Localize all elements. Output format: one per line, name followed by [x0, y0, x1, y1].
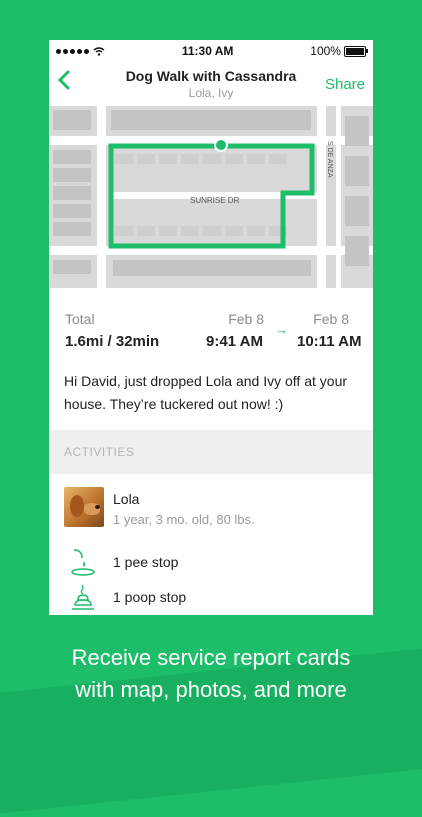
- pee-stop-icon: [71, 549, 95, 576]
- total-label: Total: [65, 311, 95, 327]
- end-date: Feb 8: [313, 311, 349, 327]
- navigation-bar: Dog Walk with Cassandra Lola, Ivy Share: [49, 62, 373, 106]
- back-button[interactable]: [57, 68, 71, 96]
- map-graphic: SUNRISE DR S DE ANZA: [49, 106, 373, 288]
- activities-header: ACTIVITIES: [49, 430, 373, 474]
- start-date: Feb 8: [228, 311, 264, 327]
- end-time: 10:11 AM: [297, 333, 362, 350]
- status-time: 11:30 AM: [181, 44, 234, 58]
- start-stat: Feb 8 9:41 AM: [206, 311, 264, 350]
- dog-list-item[interactable]: Lola 1 year, 3 mo. old, 80 lbs.: [64, 487, 255, 527]
- start-time: 9:41 AM: [206, 333, 263, 350]
- battery-indicator: 100%: [310, 44, 368, 58]
- pee-stop-label: 1 pee stop: [113, 554, 179, 570]
- battery-percent: 100%: [310, 44, 341, 58]
- chevron-left-icon: [57, 70, 70, 90]
- signal-icon: [56, 48, 89, 54]
- poop-stop-label: 1 poop stop: [113, 589, 187, 605]
- wifi-icon: [93, 46, 105, 56]
- pee-stop-row: 1 pee stop: [69, 548, 178, 576]
- poop-stop-row: 1 poop stop: [69, 583, 186, 611]
- street-label: SUNRISE DR: [190, 196, 240, 205]
- battery-icon: [343, 46, 368, 58]
- walk-route-map[interactable]: SUNRISE DR S DE ANZA: [49, 106, 373, 288]
- caption-line-2: with map, photos, and more: [75, 677, 347, 702]
- status-bar: 11:30 AM 100%: [49, 40, 373, 62]
- poop-stop-icon: [72, 584, 94, 610]
- phone-screen: 11:30 AM 100% Dog Walk with Cassandra Lo…: [49, 40, 373, 615]
- marketing-caption: Receive service report cards with map, p…: [0, 642, 422, 706]
- arrow-right-icon: →: [275, 322, 288, 337]
- caption-line-1: Receive service report cards: [71, 645, 351, 670]
- total-value: 1.6mi / 32min: [65, 333, 160, 350]
- dog-avatar: [64, 487, 104, 527]
- side-street-label: S DE ANZA: [326, 141, 333, 178]
- dog-details: 1 year, 3 mo. old, 80 lbs.: [113, 512, 255, 527]
- dog-name: Lola: [113, 491, 140, 507]
- end-stat: Feb 8 10:11 AM: [297, 311, 373, 350]
- walker-message: Hi David, just dropped Lola and Ivy off …: [64, 373, 348, 412]
- total-stat: Total 1.6mi / 32min: [65, 311, 159, 350]
- share-button[interactable]: Share: [325, 76, 365, 93]
